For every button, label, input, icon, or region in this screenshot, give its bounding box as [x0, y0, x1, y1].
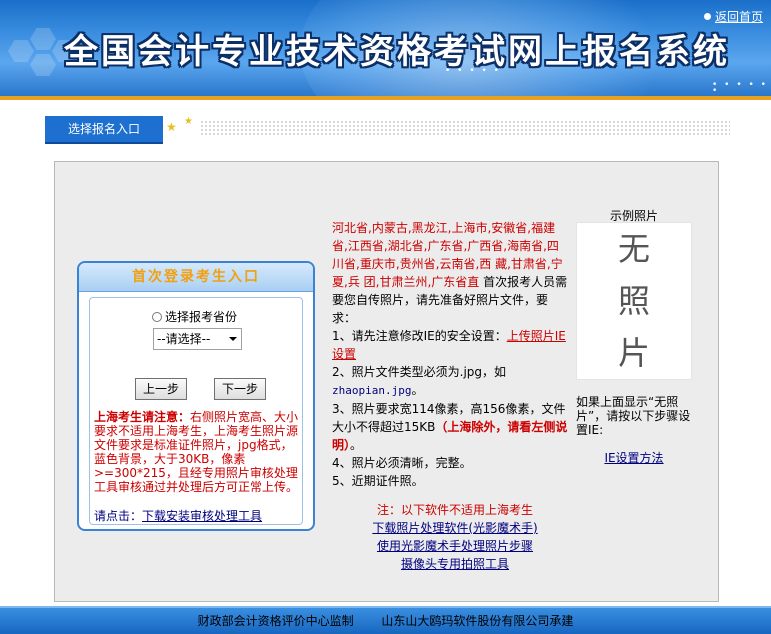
- hexagon-decoration: [8, 40, 34, 62]
- download-tool-prefix: 请点击：: [94, 509, 143, 523]
- download-tool-link[interactable]: 下载安装审核处理工具: [142, 509, 262, 523]
- header-banner: • • • • • • • • • • • 全国会计专业技术资格考试网上报名系统…: [0, 0, 771, 96]
- shanghai-notice: 上海考生请注意：右侧照片宽高、大小要求不适用上海考生，上海考生照片源文件要求是标…: [94, 410, 302, 494]
- province-radio-label: 选择报考省份: [165, 310, 238, 324]
- footer-builder: 山东山大鸥玛软件股份有限公司承建: [381, 614, 574, 628]
- star-icon: ★: [184, 116, 193, 127]
- tab-choose-entry[interactable]: 选择报名入口: [45, 116, 163, 144]
- site-title: 全国会计专业技术资格考试网上报名系统: [64, 32, 730, 72]
- instruction-item-2-suffix: 。: [411, 383, 424, 397]
- header-divider: [0, 96, 771, 100]
- sample-photo-hint: 如果上面显示“无照片”，请按以下步骤设置IE:: [576, 395, 691, 437]
- camera-tool-link[interactable]: 摄像头专用拍照工具: [340, 555, 570, 573]
- software-note: 注：以下软件不适用上海考生: [376, 503, 533, 517]
- province-radio-row[interactable]: 选择报考省份: [152, 308, 237, 325]
- dots-decoration: • • • • • •: [712, 80, 768, 96]
- home-link[interactable]: 返回首页: [715, 8, 763, 25]
- photo-processing-steps-link[interactable]: 使用光影魔术手处理照片步骤: [340, 537, 570, 555]
- ie-link-wrapper: IE设置方法: [576, 449, 692, 466]
- sample-photo-char: 片: [617, 334, 650, 372]
- footer: 财政部会计资格评价中心监制 山东山大鸥玛软件股份有限公司承建: [0, 606, 771, 634]
- software-links: 注：以下软件不适用上海考生 下载照片处理软件(光影魔术手) 使用光影魔术手处理照…: [340, 501, 570, 573]
- instruction-item-2: 2、照片文件类型必须为.jpg，如: [332, 365, 507, 379]
- hexagon-decoration: [30, 54, 56, 76]
- sample-photo: 无 照 片: [576, 222, 692, 380]
- prev-step-button[interactable]: 上一步: [135, 378, 187, 400]
- instruction-item-3-suffix: 。: [350, 438, 363, 452]
- login-box-inner: 选择报考省份 --请选择-- 上一步 下一步 上海考生请注意：右侧照片宽高、大小…: [89, 297, 303, 525]
- chevron-down-icon: [229, 337, 237, 341]
- photo-instructions: 河北省,内蒙古,黑龙江,上海市,安徽省,福建省,江西省,湖北省,广东省,广西省,…: [332, 219, 570, 490]
- instruction-item-4: 4、照片必须清晰，完整。: [332, 456, 472, 470]
- download-photo-software-link[interactable]: 下载照片处理软件(光影魔术手): [340, 519, 570, 537]
- sample-photo-char: 照: [617, 282, 650, 320]
- login-box-title: 首次登录考生入口: [79, 263, 313, 292]
- dotted-strip: [200, 120, 730, 136]
- instruction-item-1: 1、请先注意修改IE的安全设置：: [332, 329, 507, 343]
- instruction-item-5: 5、近期证件照。: [332, 474, 424, 488]
- shanghai-notice-heading: 上海考生请注意：: [94, 410, 191, 424]
- ie-settings-method-link[interactable]: IE设置方法: [604, 451, 663, 465]
- bullet-icon: [704, 13, 711, 20]
- sample-photo-char: 无: [617, 230, 650, 268]
- radio-button[interactable]: [152, 311, 162, 322]
- login-box: 首次登录考生入口 选择报考省份 --请选择-- 上一步 下一步 上海考生请注意：…: [77, 261, 315, 531]
- footer-supervisor: 财政部会计资格评价中心监制: [197, 614, 354, 628]
- province-select[interactable]: --请选择--: [153, 328, 242, 350]
- download-tool-row: 请点击：下载安装审核处理工具: [94, 507, 262, 524]
- home-link-wrapper: 返回首页: [704, 8, 763, 25]
- next-step-button[interactable]: 下一步: [214, 378, 266, 400]
- star-icon: ★: [166, 120, 177, 134]
- hexagon-decoration: [30, 28, 56, 50]
- instruction-item-2-example: zhaopian.jpg: [332, 384, 412, 397]
- province-select-value: --请选择--: [157, 332, 211, 346]
